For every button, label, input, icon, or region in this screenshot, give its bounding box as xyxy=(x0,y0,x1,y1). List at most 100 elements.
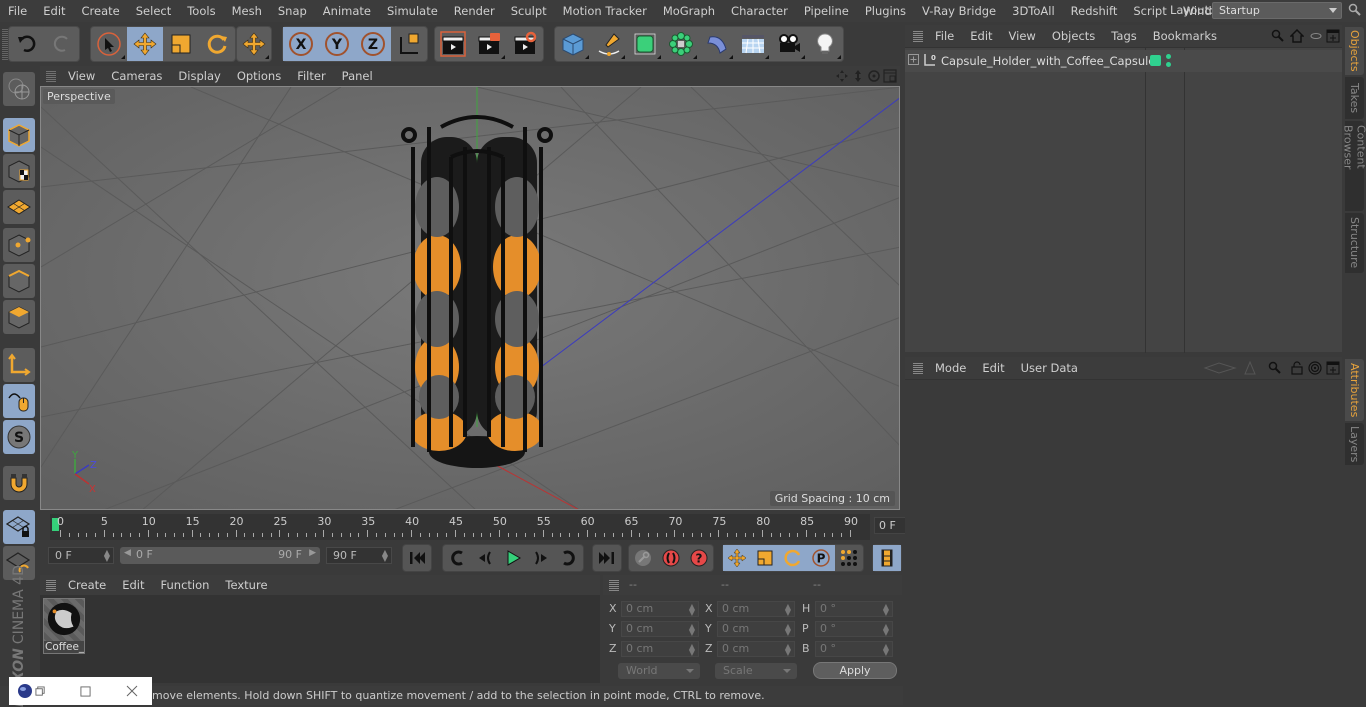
object-menu-objects[interactable]: Objects xyxy=(1044,29,1103,43)
search-icon[interactable] xyxy=(1271,29,1285,43)
object-menu-tags[interactable]: Tags xyxy=(1103,29,1144,43)
material-menu-function[interactable]: Function xyxy=(153,578,218,592)
spinner-arrows[interactable]: ▲▼ xyxy=(883,603,889,617)
y-axis-lock-button[interactable]: Y xyxy=(319,27,355,61)
viewport-menu-panel[interactable]: Panel xyxy=(334,69,381,83)
material-item[interactable]: Coffee_I xyxy=(43,598,85,654)
end-frame-field[interactable]: 90 F ▲ ▼ xyxy=(326,547,392,564)
render-settings-button[interactable] xyxy=(507,27,543,61)
make-editable-button[interactable] xyxy=(3,72,35,106)
polygons-mode-button[interactable] xyxy=(3,300,35,334)
timeline-ruler[interactable]: 0 5 10 15 20 25 30 35 40 45 50 55 60 65 70 75 80 85 90 xyxy=(50,514,870,540)
object-menu-view[interactable]: View xyxy=(1001,29,1044,43)
object-menu-bookmarks[interactable]: Bookmarks xyxy=(1145,29,1225,43)
start-frame-field[interactable]: 0 F ▲ ▼ xyxy=(48,547,114,564)
range-left-arrow-icon[interactable]: ◀ xyxy=(124,548,131,558)
tab-content-browser[interactable]: Content Browser xyxy=(1342,121,1366,211)
spinner-arrows[interactable]: ▲▼ xyxy=(689,603,695,617)
position-z-field[interactable]: 0 cm ▲ ▼ xyxy=(621,641,699,657)
timeline-window-button[interactable] xyxy=(873,545,901,571)
panel-grip[interactable] xyxy=(46,70,56,82)
camera-button[interactable] xyxy=(771,27,807,61)
object-row[interactable]: 0 Capsule_Holder_with_Coffee_Capsules xyxy=(905,50,1342,72)
workplane-mode-button[interactable] xyxy=(3,190,35,224)
size-z-field[interactable]: 0 cm ▲ ▼ xyxy=(717,641,795,657)
object-menu-edit[interactable]: Edit xyxy=(962,29,1000,43)
editor-visibility-dot[interactable] xyxy=(1166,54,1171,59)
menu-redshift[interactable]: Redshift xyxy=(1063,4,1126,18)
panel-grip[interactable] xyxy=(913,362,923,374)
attributes-menu-edit[interactable]: Edit xyxy=(974,361,1012,375)
keyframe-selection-button[interactable]: ? xyxy=(685,545,713,571)
attributes-menu-user-data[interactable]: User Data xyxy=(1013,361,1086,375)
menu-plugins[interactable]: Plugins xyxy=(857,4,914,18)
viewport-menu-display[interactable]: Display xyxy=(170,69,228,83)
menu-create[interactable]: Create xyxy=(74,4,128,18)
transform-mode-dropdown[interactable]: Scale xyxy=(715,663,797,679)
menu-sculpt[interactable]: Sculpt xyxy=(503,4,555,18)
menu-script[interactable]: Script xyxy=(1125,4,1174,18)
autokeying-button[interactable] xyxy=(657,545,685,571)
z-axis-lock-button[interactable]: Z xyxy=(355,27,391,61)
spinner-arrows[interactable]: ▲▼ xyxy=(689,643,695,657)
menu-vray-bridge[interactable]: V-Ray Bridge xyxy=(914,4,1004,18)
expand-plus-icon[interactable] xyxy=(908,54,919,65)
tab-layers[interactable]: Layers xyxy=(1345,423,1364,465)
rotation-b-field[interactable]: 0 ° ▲ ▼ xyxy=(815,641,893,657)
scale-tool-button[interactable] xyxy=(163,27,199,61)
light-button[interactable] xyxy=(807,27,843,61)
tab-takes[interactable]: Takes xyxy=(1345,77,1364,119)
render-picture-viewer-button[interactable] xyxy=(471,27,507,61)
new-panel-icon[interactable] xyxy=(1326,29,1340,43)
rotation-p-field[interactable]: 0 ° ▲ ▼ xyxy=(815,621,893,637)
restore-icon[interactable] xyxy=(35,685,46,697)
range-right-arrow-icon[interactable]: ▶ xyxy=(309,548,316,558)
rotation-h-field[interactable]: 0 ° ▲ ▼ xyxy=(815,601,893,617)
render-visibility-dot[interactable] xyxy=(1166,62,1171,67)
rotate-view-icon[interactable] xyxy=(867,69,881,83)
menu-edit[interactable]: Edit xyxy=(35,4,73,18)
menu-animate[interactable]: Animate xyxy=(315,4,379,18)
menu-character[interactable]: Character xyxy=(723,4,796,18)
key-point-level-button[interactable] xyxy=(835,545,863,571)
pan-view-icon[interactable] xyxy=(835,69,849,83)
eye-filter-icon[interactable] xyxy=(1309,29,1323,43)
record-keys-button[interactable] xyxy=(629,545,657,571)
3d-viewport[interactable]: Y Z X Perspective Grid Spacing : 10 cm xyxy=(40,86,900,510)
lock-workplane-button[interactable] xyxy=(3,510,35,544)
menu-render[interactable]: Render xyxy=(446,4,503,18)
edges-mode-button[interactable] xyxy=(3,264,35,298)
texture-mode-button[interactable] xyxy=(3,154,35,188)
spinner-arrows[interactable]: ▲▼ xyxy=(382,549,388,563)
tab-attributes[interactable]: Attributes xyxy=(1345,359,1364,421)
position-y-field[interactable]: 0 cm ▲ ▼ xyxy=(621,621,699,637)
menu-pipeline[interactable]: Pipeline xyxy=(796,4,857,18)
apply-button[interactable]: Apply xyxy=(813,662,897,679)
panel-grip[interactable] xyxy=(609,579,619,591)
lock-icon[interactable] xyxy=(1290,361,1304,375)
menu-snap[interactable]: Snap xyxy=(270,4,315,18)
navigate-back-forward-icon[interactable] xyxy=(1203,361,1237,375)
key-scale-button[interactable] xyxy=(751,545,779,571)
size-x-field[interactable]: 0 cm ▲ ▼ xyxy=(717,601,795,617)
maximize-icon[interactable] xyxy=(80,685,91,697)
play-button[interactable] xyxy=(499,545,527,571)
viewport-menu-cameras[interactable]: Cameras xyxy=(103,69,170,83)
subdivision-surface-button[interactable] xyxy=(627,27,663,61)
cube-button[interactable] xyxy=(555,27,591,61)
pen-button[interactable] xyxy=(591,27,627,61)
target-icon[interactable] xyxy=(1308,361,1322,375)
axis-mode-button[interactable] xyxy=(3,348,35,382)
undo-button[interactable] xyxy=(9,27,44,61)
frame-range-slider[interactable]: ◀ 0 F 90 F ▶ xyxy=(120,547,320,564)
tab-objects[interactable]: Objects xyxy=(1345,27,1364,75)
spinner-arrows[interactable]: ▲▼ xyxy=(883,643,889,657)
menu-motion-tracker[interactable]: Motion Tracker xyxy=(555,4,655,18)
spinner-arrows[interactable]: ▲▼ xyxy=(785,643,791,657)
viewport-menu-options[interactable]: Options xyxy=(229,69,289,83)
zoom-view-icon[interactable] xyxy=(851,69,865,83)
coordinate-system-button[interactable] xyxy=(391,27,427,61)
maximize-view-icon[interactable] xyxy=(883,69,897,83)
render-view-button[interactable] xyxy=(435,27,471,61)
layer-color-swatch[interactable] xyxy=(1150,55,1161,66)
